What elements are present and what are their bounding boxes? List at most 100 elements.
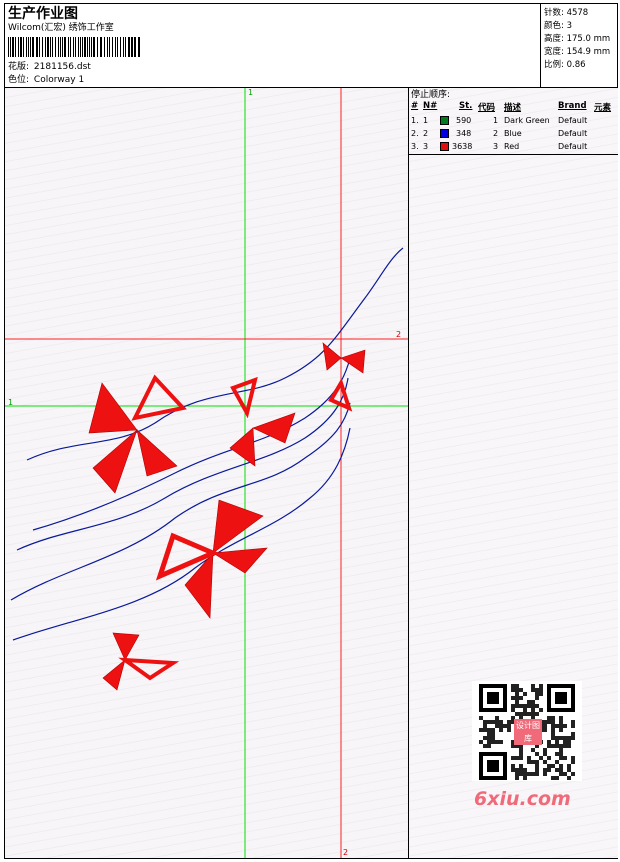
qr-module <box>535 768 539 772</box>
qr-module <box>479 740 483 744</box>
qr-module <box>511 704 515 708</box>
qr-module <box>567 768 571 772</box>
qr-module <box>543 752 547 756</box>
qr-module <box>551 720 555 724</box>
col-needle: N# <box>423 101 438 111</box>
qr-module <box>527 704 531 708</box>
barcode-bar <box>73 37 74 57</box>
barcode-bar <box>20 37 22 57</box>
qr-module <box>559 736 563 740</box>
qr-module <box>543 748 547 752</box>
barcode-bar <box>70 37 71 57</box>
qr-module <box>523 708 527 712</box>
qr-module <box>535 764 539 768</box>
watermark-logo: 6xiu.com <box>474 788 571 810</box>
qr-module <box>483 720 487 724</box>
qr-module <box>499 720 503 724</box>
qr-module <box>511 688 515 692</box>
qr-module <box>531 688 535 692</box>
qr-module <box>543 728 547 732</box>
qr-finder <box>487 760 499 772</box>
qr-module <box>535 688 539 692</box>
qr-module <box>555 724 559 728</box>
qr-module <box>547 744 551 748</box>
barcode-bar <box>64 37 66 57</box>
qr-module <box>535 752 539 756</box>
qr-module <box>523 768 527 772</box>
qr-module <box>479 716 483 720</box>
barcode-bar <box>82 37 83 57</box>
qr-module <box>555 744 559 748</box>
qr-module <box>535 696 539 700</box>
barcode-bar <box>128 37 130 57</box>
barcode-bar <box>55 37 56 57</box>
qr-module <box>535 760 539 764</box>
qr-module <box>519 688 523 692</box>
qr-module <box>571 724 575 728</box>
qr-module <box>519 768 523 772</box>
qr-module <box>507 724 511 728</box>
barcode-bar <box>100 37 102 57</box>
qr-module <box>543 768 547 772</box>
qr-module <box>559 728 563 732</box>
barcode-bar <box>123 37 124 57</box>
qr-module <box>487 744 491 748</box>
qr-module <box>547 720 551 724</box>
company-name: Wilcom(汇宏) 绣饰工作室 <box>8 23 114 33</box>
stat-scale: 比例: 0.86 <box>544 60 586 70</box>
col-element: 元素 <box>594 103 612 113</box>
qr-module <box>519 756 523 760</box>
barcode-bar <box>28 37 29 57</box>
qr-module <box>543 724 547 728</box>
qr-module <box>571 756 575 760</box>
qr-module <box>511 756 515 760</box>
barcode-bar <box>80 37 81 57</box>
qr-module <box>487 720 491 724</box>
colorway-row: 色位: Colorway 1 <box>8 74 84 86</box>
qr-module <box>531 760 535 764</box>
qr-module <box>567 776 571 780</box>
barcode-bar <box>32 37 34 57</box>
embroidery-preview <box>5 88 409 858</box>
qr-module <box>551 732 555 736</box>
barcode-bar <box>78 37 79 57</box>
barcode-bar <box>134 37 136 57</box>
barcode-bar <box>125 37 126 57</box>
qr-module <box>559 756 563 760</box>
colorway-label: 色位: <box>8 75 30 85</box>
qr-center-label: 设计图库 <box>514 719 542 745</box>
qr-module <box>551 728 555 732</box>
qr-finder <box>555 692 567 704</box>
barcode-bar <box>52 37 53 57</box>
qr-module <box>559 748 563 752</box>
qr-module <box>519 748 523 752</box>
qr-module <box>511 684 515 688</box>
qr-module <box>483 724 487 728</box>
qr-module <box>511 764 515 768</box>
qr-code-watermark: 设计图库 <box>472 681 582 781</box>
qr-module <box>563 772 567 776</box>
stat-width: 宽度: 154.9 mm <box>544 47 611 57</box>
qr-module <box>559 724 563 728</box>
qr-module <box>495 720 499 724</box>
qr-module <box>551 744 555 748</box>
barcode-bar <box>18 37 19 57</box>
qr-module <box>531 684 535 688</box>
qr-module <box>559 720 563 724</box>
qr-module <box>539 684 543 688</box>
qr-module <box>567 740 571 744</box>
barcode-bar <box>104 37 105 57</box>
qr-module <box>559 744 563 748</box>
qr-module <box>519 712 523 716</box>
barcode-bar <box>107 37 108 57</box>
guide-label-h1: 1 <box>8 398 14 407</box>
design-canvas[interactable] <box>5 88 409 858</box>
table-bottom-rule <box>409 154 618 155</box>
qr-module <box>515 704 519 708</box>
barcode-bar <box>115 37 116 57</box>
barcode-bar <box>15 37 16 57</box>
barcode-bar <box>87 37 88 57</box>
qr-module <box>491 740 495 744</box>
qr-module <box>515 712 519 716</box>
qr-module <box>571 720 575 724</box>
